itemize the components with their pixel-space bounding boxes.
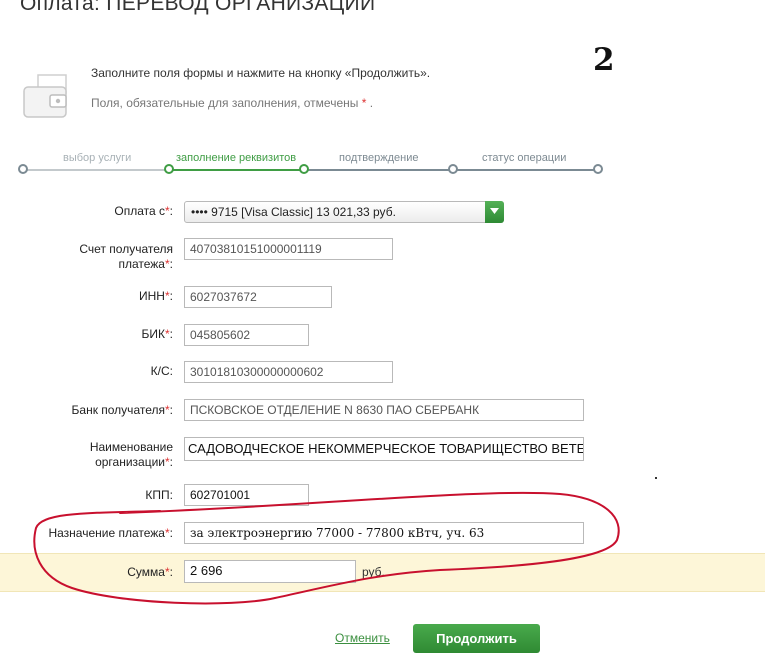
bank-label: Банк получателя*: bbox=[71, 403, 173, 417]
purpose-input[interactable]: за электроэнергию 77000 - 77800 кВтч, уч… bbox=[184, 522, 584, 544]
pay-from-value: •••• 9715 [Visa Classic] 13 021,33 руб. bbox=[191, 205, 396, 219]
org-name-label: Наименование организации*: bbox=[89, 440, 173, 469]
handwritten-step-number: 2 bbox=[593, 42, 615, 78]
required-mark: * bbox=[361, 96, 367, 110]
account-input[interactable]: 40703810151000001119 bbox=[184, 238, 393, 260]
wallet-icon bbox=[23, 74, 67, 118]
pay-from-select[interactable]: •••• 9715 [Visa Classic] 13 021,33 руб. bbox=[184, 201, 504, 223]
ks-input[interactable]: 30101810300000000602 bbox=[184, 361, 393, 383]
inn-input[interactable]: 6027037672 bbox=[184, 286, 332, 308]
stray-speck bbox=[655, 477, 657, 479]
progress-track-active bbox=[169, 169, 304, 171]
page-title: Оплата: ПЕРЕВОД ОРГАНИЗАЦИИ bbox=[20, 0, 376, 15]
form-instructions: Заполните поля формы и нажмите на кнопку… bbox=[91, 66, 431, 80]
step-select-service: выбор услуги bbox=[63, 152, 132, 164]
step-fill-details: заполнение реквизитов bbox=[176, 152, 297, 164]
bik-label: БИК*: bbox=[141, 327, 173, 341]
ks-label: К/С: bbox=[150, 364, 173, 378]
amount-input[interactable]: 2 696 bbox=[184, 560, 356, 583]
continue-button[interactable]: Продолжить bbox=[413, 624, 540, 653]
required-note-dot: . bbox=[369, 96, 374, 110]
step-dot-4 bbox=[448, 164, 458, 174]
account-label: Счет получателя платежа*: bbox=[79, 242, 173, 271]
pay-from-label: Оплата с*: bbox=[114, 204, 173, 218]
required-note-text: Поля, обязательные для заполнения, отмеч… bbox=[91, 96, 359, 110]
progress-track-done bbox=[23, 169, 169, 171]
purpose-label: Назначение платежа*: bbox=[48, 526, 173, 540]
step-dot-1 bbox=[18, 164, 28, 174]
step-dot-3 bbox=[299, 164, 309, 174]
step-operation-status: статус операции bbox=[482, 152, 567, 164]
bik-input[interactable]: 045805602 bbox=[184, 324, 309, 346]
amount-label: Сумма*: bbox=[127, 565, 173, 579]
step-confirmation: подтверждение bbox=[339, 152, 419, 164]
bank-input[interactable]: ПСКОВСКОЕ ОТДЕЛЕНИЕ N 8630 ПАО СБЕРБАНК bbox=[184, 399, 584, 421]
step-dot-5 bbox=[593, 164, 603, 174]
cancel-link[interactable]: Отменить bbox=[335, 631, 390, 645]
step-dot-2 bbox=[164, 164, 174, 174]
required-note: Поля, обязательные для заполнения, отмеч… bbox=[91, 96, 373, 110]
kpp-label: КПП: bbox=[145, 488, 173, 502]
org-name-input[interactable]: САДОВОДЧЕСКОЕ НЕКОММЕРЧЕСКОЕ ТОВАРИЩЕСТВ… bbox=[184, 437, 584, 461]
amount-unit: руб. bbox=[362, 565, 385, 579]
inn-label: ИНН*: bbox=[139, 289, 173, 303]
kpp-input[interactable]: 602701001 bbox=[184, 484, 309, 506]
chevron-down-icon[interactable] bbox=[485, 201, 504, 223]
